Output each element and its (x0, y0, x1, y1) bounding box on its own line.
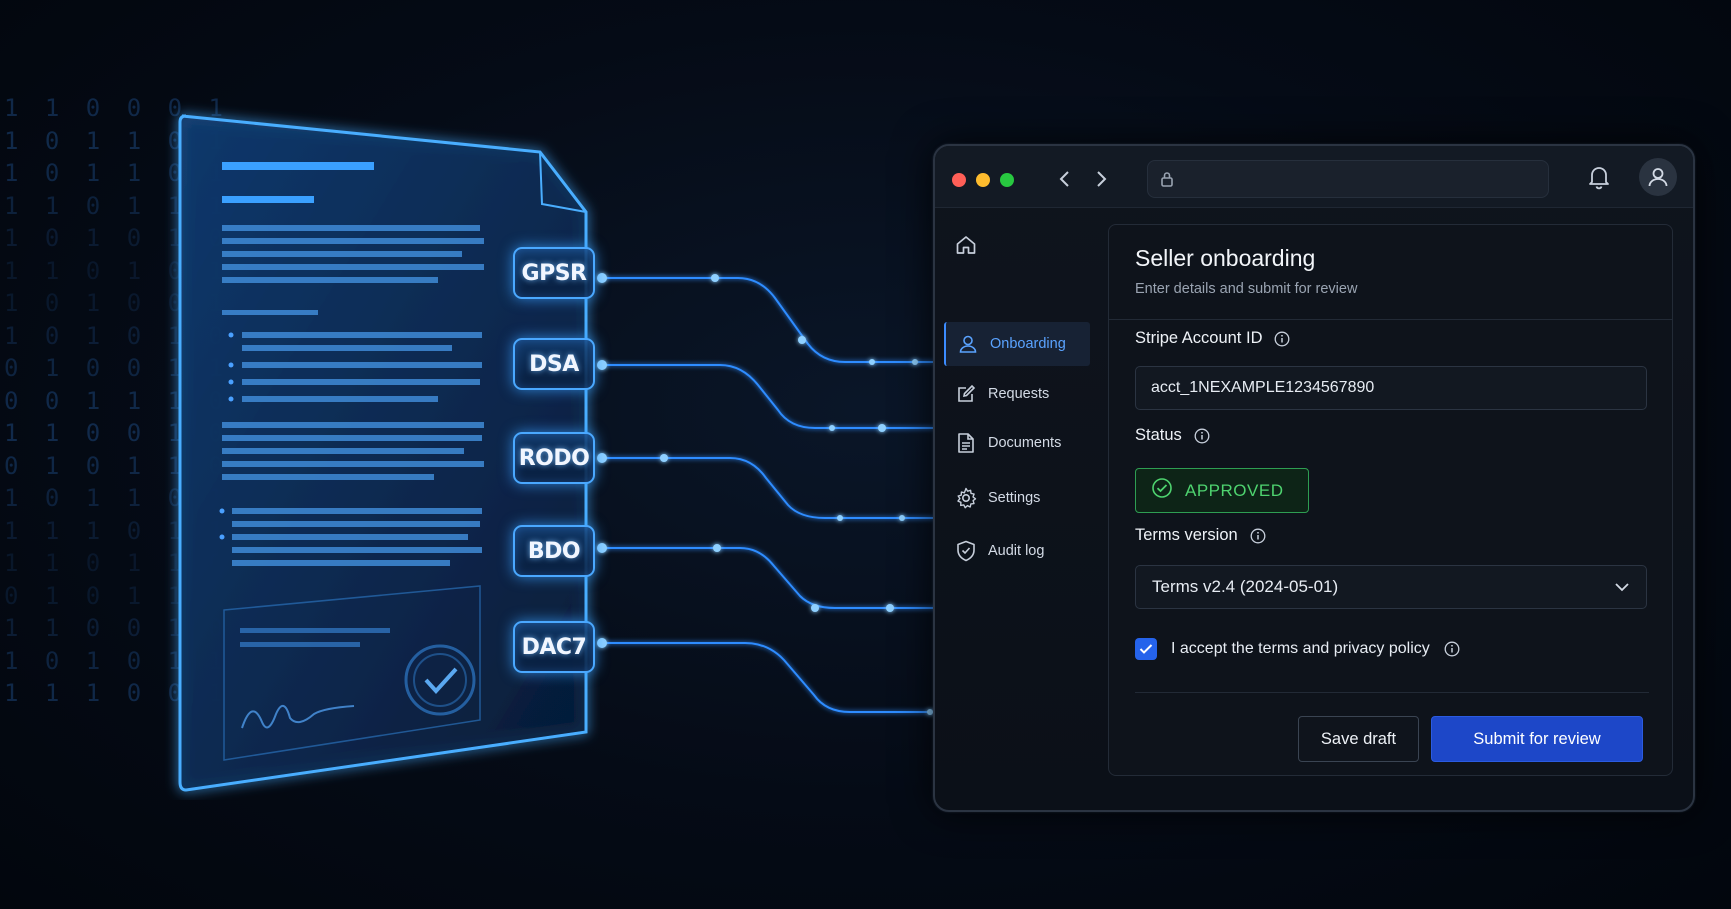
binary-row: 1 1 0 0 1 0 (4, 419, 229, 447)
gear-icon (944, 487, 988, 509)
onboarding-form: Seller onboarding Enter details and subm… (1108, 224, 1673, 776)
status-label: Status (1135, 426, 1210, 445)
user-icon (1648, 168, 1668, 187)
binary-row: 1 1 0 1 1 0 (4, 549, 229, 577)
sidebar-item-audit-log[interactable]: Audit log (944, 529, 1090, 573)
tag-bdo: BDO (513, 525, 595, 577)
sidebar-item-label: Documents (988, 435, 1062, 451)
binary-row: 1 0 1 1 0 1 (4, 159, 229, 187)
lock-icon (1160, 170, 1174, 193)
user-icon (946, 334, 990, 354)
check-icon (1139, 644, 1153, 654)
binary-row: 0 1 0 1 1 0 (4, 451, 229, 480)
tag-dac7: DAC7 (513, 621, 595, 673)
page-subtitle: Enter details and submit for review (1135, 281, 1358, 297)
tag-dsa: DSA (513, 338, 595, 390)
binary-rain: 1 1 0 0 0 1 1 0 1 1 0 1 1 0 1 1 0 1 1 1 0 1… (4, 92, 229, 710)
binary-row: 1 1 0 1 1 1 (4, 191, 229, 220)
sidebar-item-documents[interactable]: Documents (944, 421, 1090, 465)
sidebar: Onboarding Requests Documents Settings A… (935, 208, 1105, 810)
sidebar-item-settings[interactable]: Settings (944, 476, 1090, 520)
info-icon[interactable] (1444, 641, 1460, 657)
binary-row: 1 0 1 0 1 1 (4, 646, 229, 675)
info-icon[interactable] (1274, 331, 1290, 347)
sidebar-item-label: Onboarding (990, 336, 1066, 352)
binary-row: 1 1 1 0 1 1 (4, 516, 229, 545)
edit-icon (944, 384, 988, 404)
hero-illustration: 1 1 0 0 0 1 1 0 1 1 0 1 1 0 1 1 0 1 1 1 0 1… (0, 0, 1731, 909)
minimize-window-button[interactable] (976, 173, 990, 187)
chevron-down-icon (1614, 577, 1630, 597)
chevron-left-icon (1059, 171, 1069, 187)
shield-check-icon (944, 540, 988, 562)
avatar[interactable] (1639, 158, 1677, 196)
binary-row: 1 0 1 1 0 1 (4, 484, 229, 512)
save-draft-button[interactable]: Save draft (1298, 716, 1419, 762)
close-window-button[interactable] (952, 173, 966, 187)
binary-row: 1 1 0 0 0 1 (4, 94, 229, 122)
browser-window: Onboarding Requests Documents Settings A… (933, 144, 1695, 812)
binary-row: 1 0 1 0 1 0 (4, 321, 229, 350)
back-button[interactable] (1051, 164, 1079, 194)
submit-for-review-button[interactable]: Submit for review (1431, 716, 1643, 762)
accept-terms-label: I accept the terms and privacy policy (1171, 640, 1430, 657)
terms-version-select[interactable]: Terms v2.4 (2024-05-01) (1135, 565, 1647, 609)
divider (1135, 692, 1649, 693)
info-icon[interactable] (1250, 528, 1266, 544)
sidebar-item-onboarding[interactable]: Onboarding (944, 322, 1090, 366)
stripe-account-label-text: Stripe Account ID (1135, 329, 1263, 347)
binary-row: 0 1 0 1 1 1 (4, 581, 229, 610)
address-bar[interactable] (1147, 160, 1549, 198)
binary-row: 1 1 0 1 0 1 (4, 256, 229, 285)
info-icon[interactable] (1194, 428, 1210, 444)
document-icon (944, 432, 988, 454)
tag-rodo: RODO (513, 432, 595, 484)
forward-button[interactable] (1087, 164, 1115, 194)
check-circle-icon (1151, 477, 1173, 504)
binary-row: 0 0 1 1 1 0 (4, 386, 229, 415)
accept-terms-row: I accept the terms and privacy policy (1135, 638, 1460, 660)
terms-version-label-text: Terms version (1135, 526, 1238, 544)
binary-row: 1 1 0 0 1 0 (4, 614, 229, 642)
chevron-right-icon (1097, 171, 1107, 187)
status-value: APPROVED (1185, 480, 1284, 500)
stripe-account-label: Stripe Account ID (1135, 329, 1290, 348)
stripe-account-input[interactable]: acct_1NEXAMPLE1234567890 (1135, 366, 1647, 410)
stripe-account-value: acct_1NEXAMPLE1234567890 (1151, 379, 1375, 396)
tag-gpsr: GPSR (513, 247, 595, 299)
sidebar-item-label: Audit log (988, 543, 1045, 559)
bell-icon[interactable] (1587, 164, 1611, 195)
maximize-window-button[interactable] (1000, 173, 1014, 187)
binary-row: 1 0 1 1 0 1 (4, 126, 229, 155)
sidebar-item-label: Settings (988, 490, 1041, 506)
sidebar-item-requests[interactable]: Requests (944, 372, 1090, 416)
terms-version-value: Terms v2.4 (2024-05-01) (1152, 577, 1339, 596)
home-icon[interactable] (955, 234, 977, 261)
binary-row: 1 0 1 0 1 0 (4, 224, 229, 252)
status-label-text: Status (1135, 426, 1182, 444)
binary-row: 0 1 0 0 1 1 (4, 354, 229, 382)
page-title: Seller onboarding (1135, 245, 1316, 271)
sidebar-item-label: Requests (988, 386, 1050, 402)
binary-row: 1 1 1 0 0 1 (4, 679, 229, 707)
browser-titlebar (935, 146, 1693, 208)
terms-version-label: Terms version (1135, 526, 1266, 545)
status-badge: APPROVED (1135, 468, 1309, 513)
binary-row: 1 0 1 0 0 1 (4, 289, 229, 317)
divider (1109, 319, 1672, 320)
accept-terms-checkbox[interactable] (1135, 638, 1157, 660)
